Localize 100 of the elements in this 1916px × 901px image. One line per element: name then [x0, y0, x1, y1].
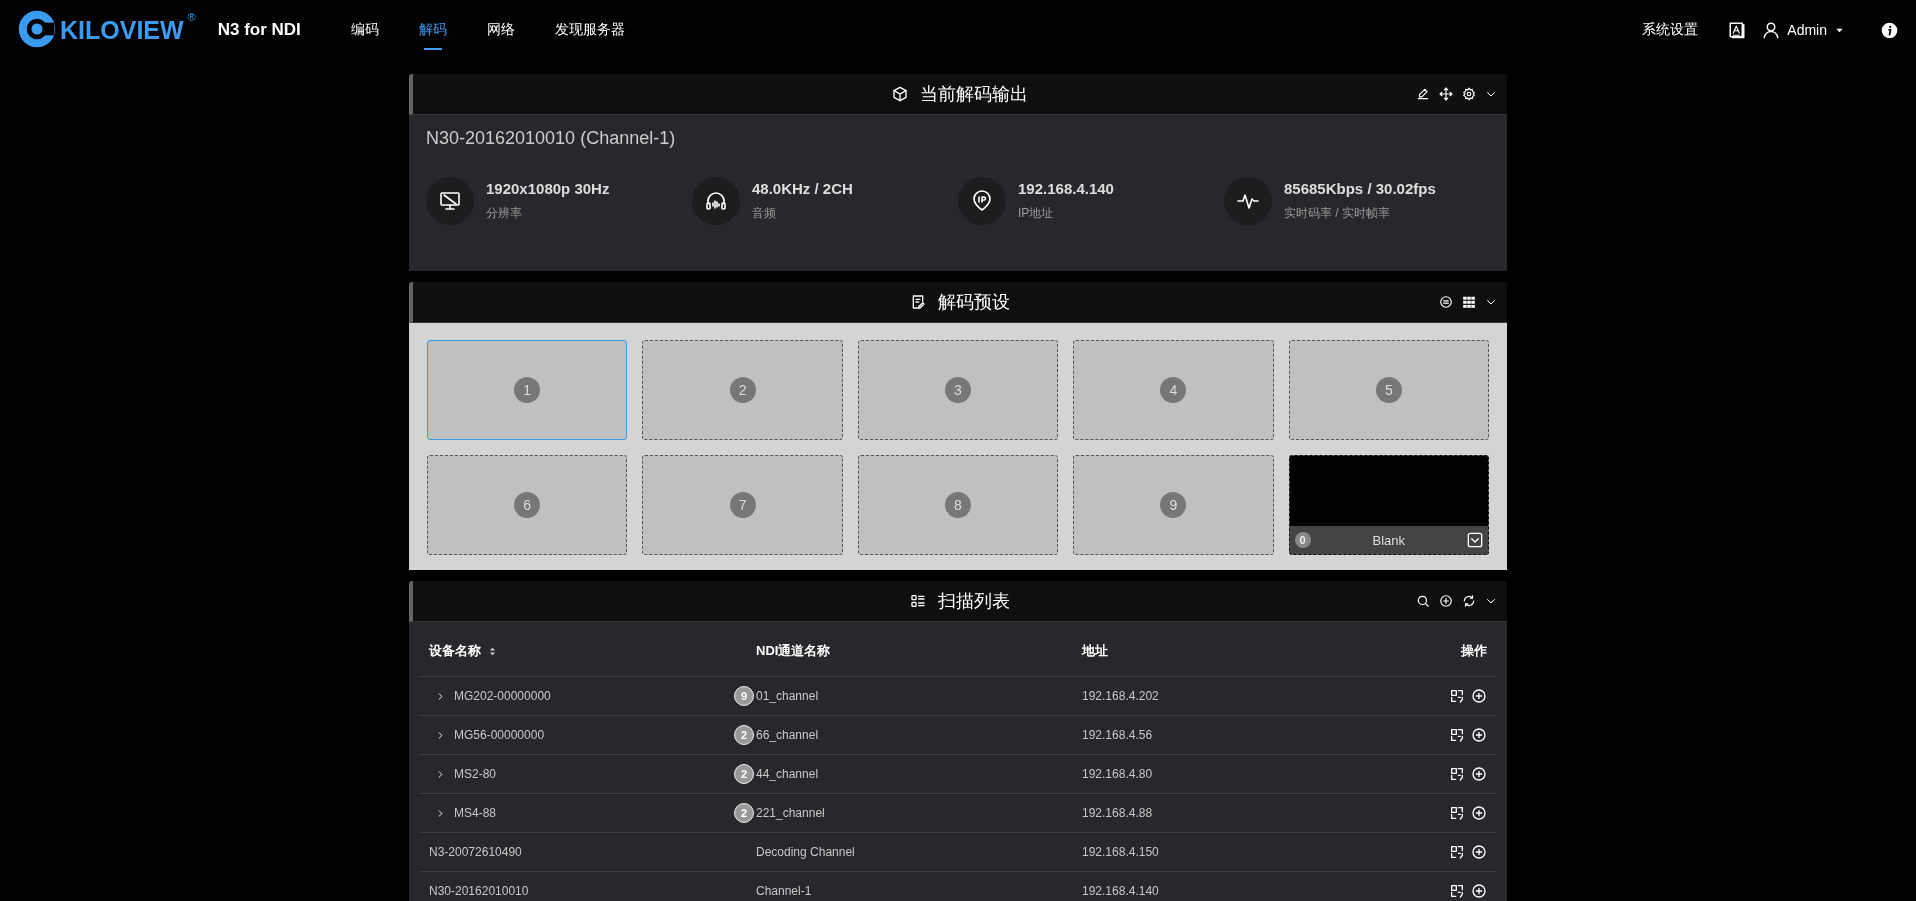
stat-label: 音频	[752, 205, 777, 222]
refresh-icon[interactable]	[1462, 594, 1476, 608]
channel-name: Channel-1	[756, 884, 813, 898]
list-circle-icon[interactable]	[1439, 295, 1453, 309]
assign-icon[interactable]	[1449, 805, 1465, 821]
stat-label: 分辨率	[486, 205, 523, 222]
channel-count: 2	[734, 725, 754, 745]
add-icon[interactable]	[1471, 883, 1487, 899]
preset-tile[interactable]: 2	[642, 340, 843, 440]
device-name: N3-20072610490	[429, 845, 523, 859]
address-cell-text: 192.168.4.140	[1082, 884, 1160, 898]
preset-tile[interactable]: 0 Blank	[1288, 455, 1489, 555]
nav-tab[interactable]: 发现服务器	[534, 0, 645, 60]
assign-icon[interactable]	[1449, 883, 1465, 899]
column-header[interactable]: 设备名称	[429, 642, 481, 660]
address-cell-text: 192.168.4.150	[1082, 845, 1160, 859]
preset-tile[interactable]: 9	[1073, 455, 1274, 555]
move-icon[interactable]	[1439, 87, 1453, 101]
address-cell-text: 192.168.4.56	[1082, 728, 1154, 742]
device-name: MS4-88	[454, 806, 498, 820]
panel-title: 当前解码输出	[920, 83, 1028, 106]
product-name: N3 for NDI	[217, 20, 301, 40]
preset-number: 3	[945, 377, 971, 403]
preset-number: 4	[1160, 377, 1187, 403]
dropdown-icon[interactable]	[1467, 532, 1483, 548]
column-header: NDI通道名称	[756, 642, 832, 660]
add-icon[interactable]	[1439, 594, 1453, 608]
preset-number: 2	[729, 377, 756, 403]
user-icon	[1762, 21, 1781, 39]
stat-value: 48.0KHz / 2CH	[752, 180, 853, 197]
settings-icon[interactable]	[1462, 87, 1476, 101]
address-cell-text: 192.168.4.88	[1082, 806, 1154, 820]
preset-tile[interactable]: 5	[1288, 340, 1489, 440]
search-icon[interactable]	[1416, 594, 1430, 608]
registered-mark: ®	[187, 10, 196, 24]
panel-title: 解码预设	[938, 291, 1010, 314]
cube-icon	[892, 86, 908, 102]
settings-link[interactable]: 系统设置	[1642, 21, 1699, 39]
headphones-icon	[692, 177, 740, 225]
add-icon[interactable]	[1471, 805, 1487, 821]
logo-text: KILOVIEW	[60, 15, 184, 46]
channel-count: 2	[734, 803, 754, 823]
assign-icon[interactable]	[1449, 688, 1465, 704]
channel-count: 9	[734, 686, 754, 706]
device-name: N30-20162010010	[429, 884, 530, 898]
assign-icon[interactable]	[1449, 727, 1465, 743]
monitor-icon	[426, 177, 474, 225]
location-pin-icon	[958, 177, 1006, 225]
preset-tile[interactable]: 6	[427, 455, 628, 555]
stat-label: 实时码率 / 实时帧率	[1284, 205, 1391, 222]
preset-number: 5	[1375, 377, 1402, 403]
address-cell-text: 192.168.4.202	[1082, 689, 1160, 703]
grid-icon[interactable]	[1462, 295, 1476, 309]
add-icon[interactable]	[1471, 688, 1487, 704]
nav-tab[interactable]: 网络	[466, 0, 535, 60]
preset-tile[interactable]: 7	[642, 455, 843, 555]
stat-label: IP地址	[1018, 205, 1055, 222]
add-icon[interactable]	[1471, 844, 1487, 860]
add-icon[interactable]	[1471, 766, 1487, 782]
nav-tab[interactable]: 解码	[398, 0, 467, 60]
device-name: MS2-80	[454, 767, 498, 781]
preset-tile[interactable]: 8	[857, 455, 1059, 555]
pulse-icon	[1224, 177, 1272, 225]
add-icon[interactable]	[1471, 727, 1487, 743]
channel-name: 01_channel	[756, 689, 820, 703]
preset-number: 7	[729, 492, 756, 518]
preset-tile[interactable]: 4	[1073, 340, 1274, 440]
column-header: 地址	[1082, 642, 1109, 660]
channel-count: 2	[734, 764, 754, 784]
preset-number: 8	[945, 492, 971, 518]
sort-icon[interactable]	[487, 645, 498, 657]
letter-box-icon[interactable]	[1728, 21, 1747, 39]
preset-tile[interactable]: 1	[427, 340, 628, 440]
pencil-icon[interactable]	[1416, 87, 1430, 101]
channel-name: Decoding Channel	[756, 845, 856, 859]
assign-icon[interactable]	[1449, 766, 1465, 782]
channel-name: 221_channel	[756, 806, 826, 820]
document-edit-icon	[910, 294, 926, 310]
channel-name: 66_channel	[756, 728, 820, 742]
preset-number: 6	[514, 492, 541, 518]
logo-icon	[18, 10, 56, 48]
preset-number: 0	[1294, 532, 1311, 548]
assign-icon[interactable]	[1449, 844, 1465, 860]
channel-name: 44_channel	[756, 767, 820, 781]
source-title: N30-20162010010 (Channel-1)	[426, 127, 677, 150]
panel-title: 扫描列表	[938, 590, 1010, 613]
preset-tile[interactable]: 3	[857, 340, 1059, 440]
list-icon	[910, 593, 926, 609]
stat-value: 1920x1080p 30Hz	[486, 180, 610, 197]
nav-tab[interactable]: 编码	[330, 0, 399, 60]
user-menu[interactable]: Admin	[1762, 21, 1845, 39]
address-cell-text: 192.168.4.80	[1082, 767, 1154, 781]
column-header: 操作	[1460, 642, 1488, 660]
stat-value: 85685Kbps / 30.02fps	[1284, 180, 1436, 197]
preset-number: 1	[514, 377, 541, 403]
device-name: MG202-00000000	[454, 689, 552, 703]
preset-number: 9	[1160, 492, 1187, 518]
preset-label: Blank	[1371, 532, 1407, 548]
device-name: MG56-00000000	[454, 728, 546, 742]
info-icon[interactable]	[1881, 21, 1898, 39]
